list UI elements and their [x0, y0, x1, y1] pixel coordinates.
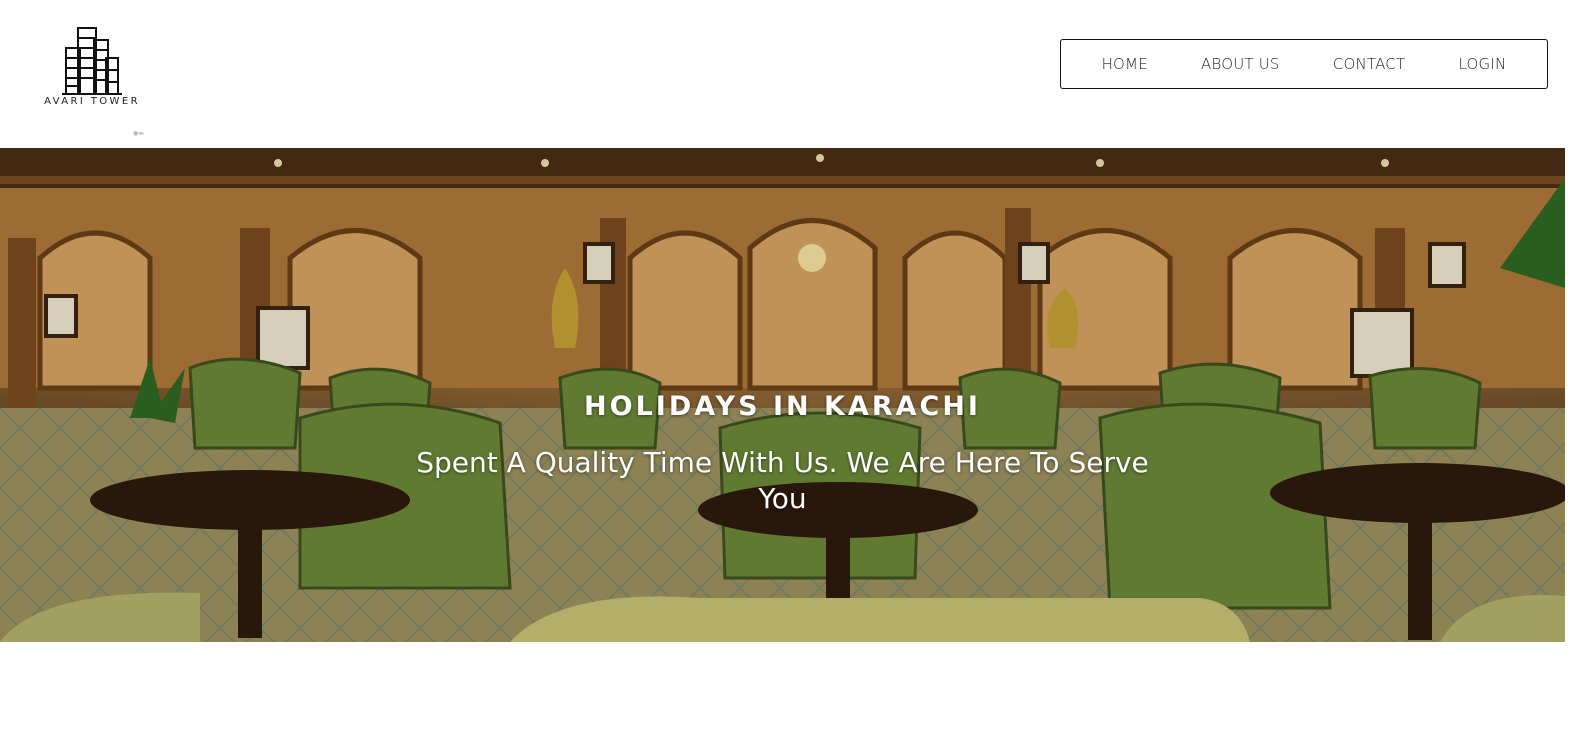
- hero-title: HOLIDAYS IN KARACHI: [584, 391, 981, 422]
- main-nav: HOME ABOUT US CONTACT LOGIN: [1060, 39, 1548, 89]
- decorative-dot-icon: ●▬: [133, 130, 144, 137]
- nav-contact-link[interactable]: CONTACT: [1333, 55, 1406, 73]
- nav-about-link[interactable]: ABOUT US: [1201, 55, 1280, 73]
- brand-name: AVARI TOWER: [44, 96, 140, 107]
- building-icon: [62, 27, 122, 95]
- site-header: AVARI TOWER ●▬ HOME ABOUT US CONTACT LOG…: [0, 0, 1586, 148]
- hero-subtitle: Spent A Quality Time With Us. We Are Her…: [416, 446, 1149, 515]
- hero-banner: HOLIDAYS IN KARACHI Spent A Quality Time…: [0, 148, 1565, 642]
- nav-login-link[interactable]: LOGIN: [1458, 55, 1506, 73]
- nav-home-link[interactable]: HOME: [1102, 55, 1148, 73]
- brand-logo[interactable]: AVARI TOWER: [36, 22, 148, 112]
